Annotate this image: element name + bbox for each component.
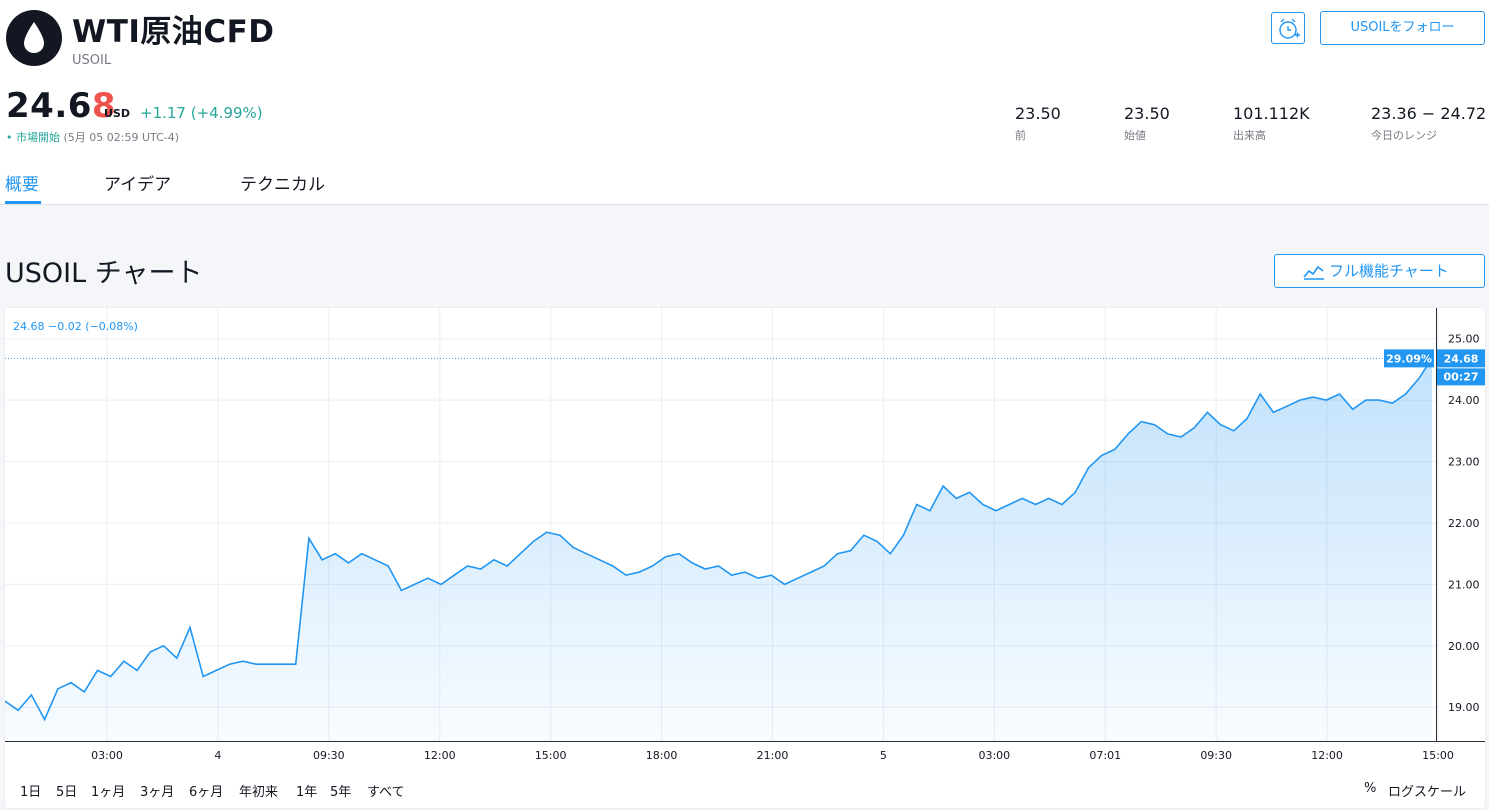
time-tick-label: 07:01 (1089, 749, 1121, 762)
symbol-ticker: USOIL (72, 53, 112, 68)
time-tick-label: 12:00 (424, 749, 456, 762)
last-price-badges: 29.09% 24.68 00:27 (1384, 349, 1485, 386)
price-chart[interactable]: 19.00 20.00 21.00 22.00 23.00 24.00 25.00 03:0… (5, 308, 1485, 808)
symbol-header: WTI原油CFD USOIL USOILをフォロー 24.68 USD +1.1… (0, 0, 1489, 205)
chart-canvas[interactable]: 19.00 20.00 21.00 22.00 23.00 24.00 25.00 03:0… (5, 308, 1485, 778)
percent-scale-toggle[interactable]: % (1364, 781, 1376, 796)
stat-value: 23.36 − 24.72 (1371, 104, 1487, 123)
market-status-time: (5月 05 02:59 UTC-4) (63, 131, 180, 144)
chart-line-icon (1303, 265, 1324, 280)
full-chart-label: フル機能チャート (1329, 262, 1449, 280)
stat-label: 前 (1015, 129, 1026, 142)
stat-prev-close: 23.50 前 (1015, 104, 1061, 143)
range-5d-button[interactable]: 5日 (56, 781, 77, 800)
stat-value: 23.50 (1015, 104, 1061, 123)
countdown-badge-label: 00:27 (1443, 370, 1478, 383)
stat-volume: 101.112K 出来高 (1233, 104, 1310, 143)
time-tick-label: 5 (880, 749, 887, 762)
tab-technicals[interactable]: テクニカル (240, 170, 325, 195)
range-6m-button[interactable]: 6ヶ月 (189, 781, 223, 800)
last-price: 24.68 (6, 86, 116, 126)
time-tick-label: 15:00 (1422, 749, 1454, 762)
time-tick-label: 15:00 (535, 749, 567, 762)
range-1m-button[interactable]: 1ヶ月 (91, 781, 125, 800)
symbol-title: WTI原油CFD (72, 14, 275, 50)
follow-button[interactable]: USOILをフォロー (1320, 11, 1485, 45)
time-tick-label: 09:30 (313, 749, 345, 762)
oil-drop-logo-icon (6, 10, 62, 66)
price-axis: 19.00 20.00 21.00 22.00 23.00 24.00 25.00 (1448, 333, 1480, 715)
add-alert-button[interactable] (1271, 12, 1305, 44)
tab-overview[interactable]: 概要 (5, 170, 39, 195)
alarm-clock-icon (1279, 18, 1300, 39)
range-3m-button[interactable]: 3ヶ月 (140, 781, 174, 800)
time-tick-label: 4 (214, 749, 221, 762)
market-status: • 市場開始 (5月 05 02:59 UTC-4) (6, 129, 179, 145)
stat-day-range: 23.36 − 24.72 今日のレンジ (1371, 104, 1486, 143)
time-tick-label: 09:30 (1200, 749, 1232, 762)
price-tick-label: 25.00 (1448, 333, 1480, 346)
stat-label: 出来高 (1233, 129, 1266, 142)
stat-value: 101.112K (1233, 104, 1310, 123)
time-axis: 03:00 4 09:30 12:00 15:00 18:00 21:00 5 03:00 07:… (91, 749, 1454, 762)
price-main: 24.6 (6, 86, 92, 126)
stat-label: 始値 (1124, 129, 1146, 142)
chart-legend: 24.68 −0.02 (−0.08%) (13, 320, 138, 333)
full-chart-button[interactable]: フル機能チャート (1274, 254, 1485, 288)
tab-ideas[interactable]: アイデア (104, 170, 171, 195)
price-last-digit: 8 (91, 86, 117, 126)
price-tick-label: 21.00 (1448, 578, 1480, 591)
range-ytd-button[interactable]: 年初来 (239, 781, 278, 800)
time-tick-label: 21:00 (757, 749, 789, 762)
percent-badge-label: 29.09% (1386, 352, 1432, 365)
price-tick-label: 20.00 (1448, 640, 1480, 653)
price-currency: USD (104, 107, 130, 120)
range-5y-button[interactable]: 5年 (330, 781, 351, 800)
chart-section: USOIL チャート フル機能チャート 19.00 20.00 21.00 22.00… (0, 205, 1489, 810)
price-tick-label: 23.00 (1448, 456, 1480, 469)
chart-section-title: USOIL チャート (5, 258, 203, 289)
range-selector: 1日 5日 1ヶ月 3ヶ月 6ヶ月 年初来 1年 5年 すべて % ログスケール (5, 781, 1485, 803)
time-tick-label: 12:00 (1311, 749, 1343, 762)
range-1d-button[interactable]: 1日 (20, 781, 41, 800)
range-1y-button[interactable]: 1年 (296, 781, 317, 800)
price-change: +1.17 (+4.99%) (140, 104, 263, 122)
price-tick-label: 19.00 (1448, 701, 1480, 714)
price-tick-label: 24.00 (1448, 394, 1480, 407)
time-tick-label: 18:00 (646, 749, 678, 762)
series-area (5, 358, 1432, 741)
price-tick-label: 22.00 (1448, 517, 1480, 530)
market-status-label: 市場開始 (16, 131, 60, 144)
time-tick-label: 03:00 (91, 749, 123, 762)
stat-value: 23.50 (1124, 104, 1170, 123)
time-tick-label: 03:00 (978, 749, 1010, 762)
log-scale-toggle[interactable]: ログスケール (1388, 781, 1466, 800)
market-open-dot-icon: • (6, 131, 13, 144)
stat-open: 23.50 始値 (1124, 104, 1170, 143)
range-all-button[interactable]: すべて (367, 781, 405, 800)
stat-label: 今日のレンジ (1371, 129, 1437, 142)
symbol-tabs: 概要 アイデア テクニカル (0, 168, 1489, 205)
last-price-badge-label: 24.68 (1444, 352, 1479, 365)
